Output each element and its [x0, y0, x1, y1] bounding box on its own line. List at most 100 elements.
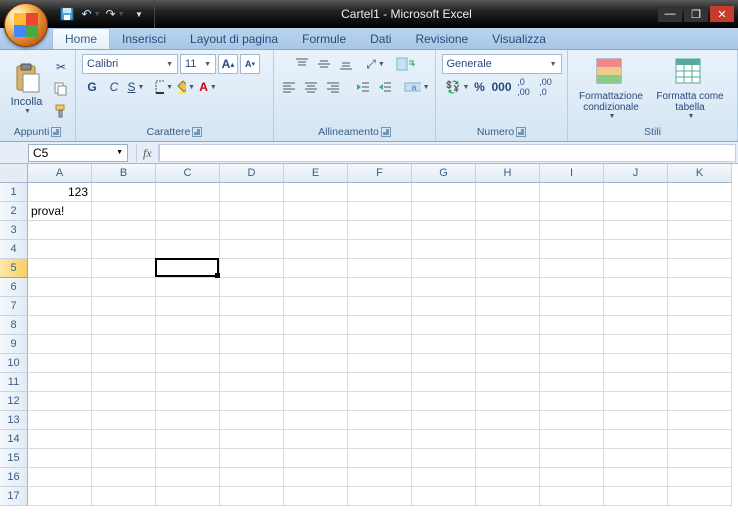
cell[interactable]	[156, 259, 220, 278]
cell[interactable]	[540, 430, 604, 449]
cell[interactable]	[604, 202, 668, 221]
cell[interactable]	[220, 392, 284, 411]
cell[interactable]	[348, 487, 412, 506]
cell[interactable]	[92, 259, 156, 278]
decrease-decimal-icon[interactable]: ,00,0	[536, 77, 556, 97]
cell[interactable]	[668, 202, 732, 221]
align-left-icon[interactable]	[279, 77, 299, 97]
cell[interactable]	[92, 221, 156, 240]
percent-icon[interactable]: %	[470, 77, 490, 97]
cell[interactable]	[92, 449, 156, 468]
cell[interactable]	[156, 354, 220, 373]
cell[interactable]	[412, 316, 476, 335]
cell[interactable]	[28, 335, 92, 354]
decrease-indent-icon[interactable]	[353, 77, 373, 97]
cell[interactable]	[668, 240, 732, 259]
row-header[interactable]: 6	[0, 278, 28, 297]
tab-visualizza[interactable]: Visualizza	[480, 29, 558, 49]
row-header[interactable]: 16	[0, 468, 28, 487]
cell[interactable]	[540, 316, 604, 335]
cell[interactable]	[604, 449, 668, 468]
cell[interactable]	[540, 240, 604, 259]
row-header[interactable]: 12	[0, 392, 28, 411]
cell[interactable]	[412, 240, 476, 259]
cell[interactable]	[348, 221, 412, 240]
thousands-icon[interactable]: 000	[492, 77, 512, 97]
cell[interactable]	[668, 354, 732, 373]
cell[interactable]	[476, 183, 540, 202]
row-header[interactable]: 3	[0, 221, 28, 240]
cell[interactable]	[92, 183, 156, 202]
format-painter-icon[interactable]	[51, 101, 71, 121]
cell[interactable]	[668, 316, 732, 335]
row-header[interactable]: 2	[0, 202, 28, 221]
cell[interactable]	[348, 430, 412, 449]
cell[interactable]	[28, 278, 92, 297]
cell[interactable]	[156, 221, 220, 240]
cell[interactable]	[28, 411, 92, 430]
cell[interactable]	[476, 468, 540, 487]
cell[interactable]	[476, 316, 540, 335]
cell[interactable]	[540, 335, 604, 354]
cell[interactable]	[220, 278, 284, 297]
cell[interactable]	[156, 392, 220, 411]
border-icon[interactable]: ▼	[154, 77, 174, 97]
italic-button[interactable]: C	[104, 77, 124, 97]
row-header[interactable]: 4	[0, 240, 28, 259]
cell[interactable]	[92, 392, 156, 411]
cell[interactable]	[540, 183, 604, 202]
cell[interactable]	[668, 468, 732, 487]
cell[interactable]	[28, 297, 92, 316]
alignment-launcher[interactable]	[381, 127, 391, 137]
cell[interactable]	[92, 468, 156, 487]
cell[interactable]	[28, 316, 92, 335]
cell[interactable]	[668, 411, 732, 430]
cell[interactable]	[220, 411, 284, 430]
fill-color-icon[interactable]: ▼	[176, 77, 196, 97]
cell[interactable]	[412, 392, 476, 411]
row-header[interactable]: 14	[0, 430, 28, 449]
currency-icon[interactable]: 💱▼	[448, 77, 468, 97]
cell[interactable]	[284, 240, 348, 259]
cell[interactable]	[92, 354, 156, 373]
cell[interactable]	[92, 411, 156, 430]
cell[interactable]	[412, 335, 476, 354]
cell[interactable]	[284, 449, 348, 468]
row-header[interactable]: 5	[0, 259, 28, 278]
cell[interactable]	[604, 316, 668, 335]
cell[interactable]	[156, 430, 220, 449]
cell[interactable]	[348, 202, 412, 221]
name-box[interactable]: C5▼	[28, 144, 128, 162]
cell[interactable]	[476, 411, 540, 430]
cell[interactable]	[92, 487, 156, 506]
align-right-icon[interactable]	[323, 77, 343, 97]
cell[interactable]	[412, 354, 476, 373]
cell[interactable]	[284, 202, 348, 221]
cell[interactable]	[668, 487, 732, 506]
formula-input[interactable]	[159, 144, 736, 162]
cell[interactable]	[476, 335, 540, 354]
cell[interactable]	[412, 449, 476, 468]
font-launcher[interactable]	[192, 127, 202, 137]
cell[interactable]	[668, 221, 732, 240]
row-header[interactable]: 1	[0, 183, 28, 202]
cell[interactable]	[220, 373, 284, 392]
cell[interactable]	[604, 297, 668, 316]
cell[interactable]	[540, 392, 604, 411]
cell[interactable]	[604, 430, 668, 449]
cell[interactable]	[604, 354, 668, 373]
column-header[interactable]: C	[156, 164, 220, 183]
column-header[interactable]: J	[604, 164, 668, 183]
wrap-text-icon[interactable]	[394, 54, 418, 74]
cell[interactable]	[412, 430, 476, 449]
cell[interactable]	[412, 259, 476, 278]
increase-indent-icon[interactable]	[375, 77, 395, 97]
cell[interactable]	[476, 354, 540, 373]
tab-home[interactable]: Home	[52, 28, 110, 49]
merge-center-icon[interactable]: a▼	[403, 77, 431, 97]
column-header[interactable]: H	[476, 164, 540, 183]
cell[interactable]	[348, 354, 412, 373]
cell[interactable]	[284, 335, 348, 354]
cell[interactable]	[220, 240, 284, 259]
row-header[interactable]: 10	[0, 354, 28, 373]
